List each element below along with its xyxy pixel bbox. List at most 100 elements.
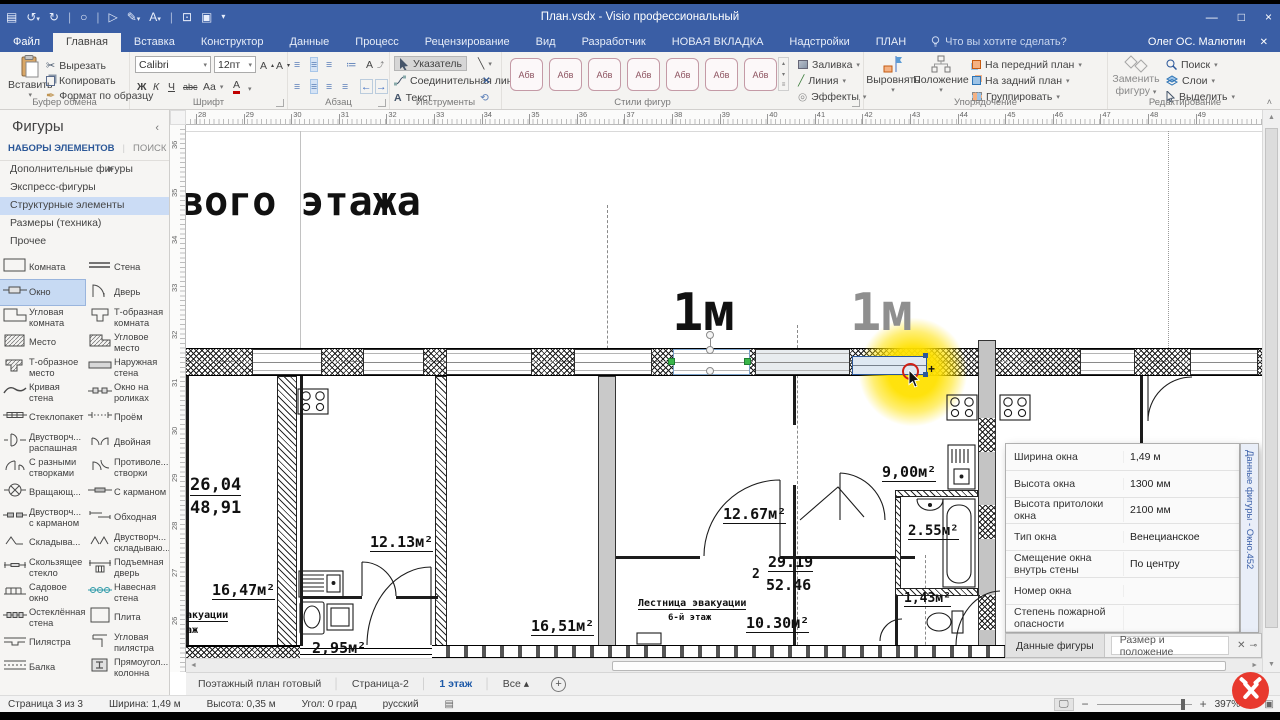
add-page-button[interactable]: + (551, 677, 566, 692)
status-item-3[interactable]: Высота: 0,35 м (207, 699, 276, 710)
status-item-1[interactable]: Страница 3 из 3 (8, 699, 83, 710)
font-dialog-launcher-icon[interactable] (276, 99, 284, 107)
stencil-item[interactable]: Структурные элементы (0, 197, 169, 215)
send-to-back-button[interactable]: На задний план▾ (972, 73, 1070, 88)
underline-button[interactable]: Ч (168, 79, 175, 94)
field-value[interactable]: По центру (1124, 558, 1239, 570)
shape-data-row[interactable]: Смещение окна внутрь стеныПо центру (1006, 551, 1239, 578)
align-button[interactable]: Выровнять▾ (870, 55, 916, 94)
page-tab-3[interactable]: 1 этаж (427, 678, 484, 690)
scroll-right-icon[interactable]: ► (1251, 662, 1258, 669)
minimize-button[interactable]: — (1206, 10, 1218, 24)
tab-надстройки[interactable]: Надстройки (776, 33, 862, 52)
italic-button[interactable]: К (153, 79, 159, 94)
tab-рецензирование[interactable]: Рецензирование (412, 33, 523, 52)
pointer-tool-icon[interactable]: ▷ (108, 11, 117, 23)
bring-to-front-button[interactable]: На передний план▾ (972, 57, 1082, 72)
lasso-icon[interactable]: ○ (80, 11, 87, 23)
shape-data-row[interactable]: Высота окна1300 мм (1006, 471, 1239, 498)
pointer-tool-button[interactable]: Указатель (394, 56, 467, 71)
scroll-up-icon[interactable]: ▲ (1268, 114, 1275, 121)
position-button[interactable]: Положение▾ (916, 55, 966, 94)
shape-master-window[interactable]: Окно (0, 280, 85, 305)
tab-данные[interactable]: Данные (277, 33, 343, 52)
shape-master-bifold-door[interactable]: Двустворч... складываю... (85, 530, 170, 555)
paragraph-dialog-launcher-icon[interactable] (378, 99, 386, 107)
scroll-left-icon[interactable]: ◄ (190, 662, 197, 669)
shape-master-room[interactable]: Комната (0, 255, 85, 280)
close-panel-icon[interactable]: ✕ (1233, 640, 1249, 651)
zoom-out-icon[interactable]: − (1082, 697, 1089, 711)
status-item-5[interactable]: русский (383, 699, 419, 710)
increase-indent-icon[interactable]: → (375, 79, 388, 94)
shape-master-curved-wall[interactable]: Кривая стена (0, 380, 85, 405)
shape-master-opposing-door[interactable]: Противоле... створки (85, 455, 170, 480)
shape-style-swatch[interactable]: Абв (705, 58, 738, 91)
line-tool-icon[interactable]: ╲▾ (478, 56, 492, 71)
cut-button[interactable]: ✂Вырезать (46, 58, 106, 73)
shape-master-curtain-wall[interactable]: Навесная стена (85, 580, 170, 605)
align-middle-icon[interactable]: ≡ (310, 57, 318, 72)
shape-style-swatch[interactable]: Абв (627, 58, 660, 91)
field-value[interactable]: 1,49 м (1124, 451, 1239, 463)
stencil-item[interactable]: Дополнительные фигуры▶ (0, 161, 169, 179)
tab-план[interactable]: ПЛАН (863, 33, 919, 52)
shape-master-pilaster[interactable]: Пилястра (0, 630, 85, 655)
shape-master-t-space[interactable]: Т-образное место (0, 355, 85, 380)
line-button[interactable]: ╱Линия▾ (798, 73, 846, 88)
stencil-item[interactable]: Размеры (техника) (0, 215, 169, 233)
stencil-item[interactable]: Экспресс-фигуры (0, 179, 169, 197)
shape-data-row[interactable]: Высота притолоки окна2100 мм (1006, 498, 1239, 525)
shape-master-corner-space[interactable]: Угловое место (85, 330, 170, 355)
font-color-button[interactable]: А (233, 79, 240, 94)
tab-главная[interactable]: Главная (53, 33, 121, 52)
shape-master-rect-column[interactable]: Прямоугол... колонна (85, 655, 170, 680)
close-button[interactable]: × (1265, 10, 1272, 24)
shape-style-swatch[interactable]: Абв (510, 58, 543, 91)
copy-button[interactable]: Копировать (46, 73, 116, 88)
font-size-select[interactable]: 12пт▾ (214, 56, 256, 73)
shape-master-door[interactable]: Дверь (85, 280, 170, 305)
justify-icon[interactable]: ≡ (342, 79, 348, 94)
shape-master-double-door[interactable]: Двойная (85, 430, 170, 455)
field-value[interactable]: 1300 мм (1124, 478, 1239, 490)
restore-button[interactable]: □ (1238, 10, 1245, 24)
font-color-dropdown[interactable]: ▾ (248, 81, 252, 96)
tab-процесс[interactable]: Процесс (342, 33, 411, 52)
shape-style-swatch[interactable]: Абв (588, 58, 621, 91)
decrease-indent-icon[interactable]: ← (360, 79, 373, 94)
bold-button[interactable]: Ж (137, 79, 147, 94)
shape-style-swatch[interactable]: Абв (744, 58, 777, 91)
macro-icon[interactable]: ▤ (445, 699, 454, 710)
qat-more-icon[interactable]: ▾ (221, 13, 225, 21)
vertical-ruler[interactable]: 3635343332313029282726 (170, 125, 186, 672)
page-tab-2[interactable]: Страница-2 (340, 678, 421, 690)
gallery-scroll[interactable]: ▴▾≡ (778, 57, 789, 91)
hscroll-thumb[interactable] (612, 661, 1226, 671)
shape-master-uneven-door[interactable]: С разными створками (0, 455, 85, 480)
shape-master-folding-door[interactable]: Складыва... (0, 530, 85, 555)
shape-style-swatch[interactable]: Абв (549, 58, 582, 91)
horizontal-scrollbar[interactable]: ◄ ► (186, 658, 1262, 672)
text-direction-icon[interactable]: A⤴ (366, 57, 384, 72)
redo-icon[interactable]: ↻ (49, 11, 59, 23)
status-item-4[interactable]: Угол: 0 град (302, 699, 357, 710)
page-tab-1[interactable]: Поэтажный план готовый (186, 678, 333, 690)
stencil-item[interactable]: Прочее (0, 233, 169, 251)
panel-tab-stencils[interactable]: НАБОРЫ ЭЛЕМЕНТОВ (8, 143, 115, 154)
shape-master-revolving-door[interactable]: Вращающ... (0, 480, 85, 505)
tab-size-position[interactable]: Размер и положение (1111, 636, 1229, 655)
shape-data-row[interactable]: Степень пожарной опасности (1006, 605, 1239, 632)
status-item-2[interactable]: Ширина: 1,49 м (109, 699, 181, 710)
shape-master-pocket-door[interactable]: С карманом (85, 480, 170, 505)
grow-font-icon[interactable]: A▴ (260, 58, 274, 73)
find-button[interactable]: Поиск▾ (1166, 57, 1218, 72)
horizontal-ruler[interactable]: 2829303132333435363738394041424344454647… (186, 110, 1262, 125)
change-shape-button[interactable]: Заменитьфигуру ▾ (1110, 55, 1162, 97)
presentation-mode-icon[interactable]: 🖵 (1054, 698, 1074, 711)
shape-style-swatch[interactable]: Абв (666, 58, 699, 91)
tab-вставка[interactable]: Вставка (121, 33, 188, 52)
field-value[interactable]: Венецианское (1124, 531, 1239, 543)
panel-collapse-icon[interactable]: ‹ (155, 122, 159, 134)
shape-master-bypass-door[interactable]: Обходная (85, 505, 170, 530)
